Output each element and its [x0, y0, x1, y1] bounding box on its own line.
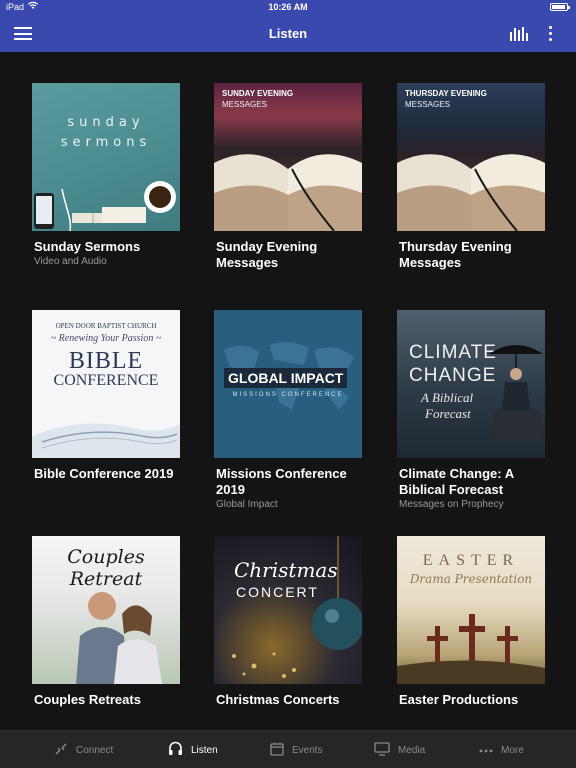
tab-bar: Connect Listen Events Media More: [0, 730, 576, 768]
audio-bars-icon[interactable]: [510, 27, 528, 41]
series-artwork: Couples Retreat: [32, 536, 180, 684]
headphones-icon: [168, 741, 183, 759]
series-title: Bible Conference 2019: [34, 466, 174, 481]
calendar-icon: [270, 742, 284, 759]
art-text: SUNDAY EVENING: [222, 89, 294, 98]
connect-icon: [54, 742, 68, 759]
series-card-bible-conference[interactable]: OPEN DOOR BAPTIST CHURCH ~ Renewing Your…: [32, 310, 180, 482]
monitor-icon: [374, 741, 390, 759]
series-artwork: THURSDAY EVENING MESSAGES: [397, 83, 545, 231]
series-artwork: SUNDAY EVENING MESSAGES: [214, 83, 362, 231]
art-text: A Biblical: [421, 390, 474, 405]
art-text: OPEN DOOR BAPTIST CHURCH: [55, 322, 157, 330]
clock: 10:26 AM: [268, 2, 308, 12]
art-text: ~ Renewing Your Passion ~: [50, 333, 162, 344]
art-text: Forecast: [425, 406, 471, 421]
more-options-icon[interactable]: [549, 26, 553, 42]
page-title: Listen: [268, 26, 308, 41]
art-text: CHANGE: [409, 365, 497, 386]
series-subtitle: Messages on Prophecy: [399, 499, 504, 510]
tab-label: Media: [398, 744, 426, 756]
tab-label: More: [501, 744, 524, 756]
art-text: EASTER: [422, 552, 520, 569]
series-artwork: EASTER Drama Presentation: [397, 536, 545, 684]
series-title: Thursday Evening Messages: [399, 239, 512, 270]
series-title: Easter Productions: [399, 692, 519, 707]
series-card-christmas-concerts[interactable]: Christmas CONCERT Christmas Concerts: [214, 536, 362, 708]
tab-label: Listen: [191, 744, 218, 756]
art-text: MESSAGES: [405, 100, 450, 109]
tab-listen[interactable]: Listen: [168, 731, 218, 768]
series-artwork: sunday sermons: [32, 83, 180, 231]
series-title: Climate Change: A Biblical Forecast: [399, 466, 514, 497]
series-title: Christmas Concerts: [216, 692, 340, 707]
series-title: Couples Retreats: [34, 692, 141, 707]
series-card-sunday-sermons[interactable]: sunday sermons Sunday Sermons Video and …: [32, 83, 180, 268]
tab-media[interactable]: Media: [374, 731, 425, 768]
art-text: CLIMATE: [409, 342, 497, 363]
series-card-sunday-evening[interactable]: SUNDAY EVENING MESSAGES Sunday Evening M…: [214, 83, 362, 271]
series-card-thursday-evening[interactable]: THURSDAY EVENING MESSAGES Thursday Eveni…: [397, 83, 545, 271]
series-grid: sunday sermons Sunday Sermons Video and …: [0, 52, 576, 730]
series-subtitle: Video and Audio: [34, 256, 107, 267]
series-artwork: GLOBAL IMPACT MISSIONS CONFERENCE: [214, 310, 362, 458]
art-text: MESSAGES: [222, 100, 267, 109]
tab-label: Connect: [76, 744, 114, 756]
series-card-missions-conference[interactable]: GLOBAL IMPACT MISSIONS CONFERENCE Missio…: [214, 310, 362, 511]
series-title: Sunday Sermons: [34, 239, 141, 254]
series-artwork: OPEN DOOR BAPTIST CHURCH ~ Renewing Your…: [32, 310, 180, 458]
series-artwork: CLIMATE CHANGE A Biblical Forecast: [397, 310, 545, 458]
art-text: GLOBAL IMPACT: [224, 368, 348, 388]
series-artwork: Christmas CONCERT: [214, 536, 362, 684]
nav-bar: Listen: [0, 14, 576, 52]
art-text: Drama Presentation: [409, 572, 533, 586]
art-text: MISSIONS CONFERENCE: [232, 392, 344, 398]
tab-events[interactable]: Events: [270, 731, 323, 768]
art-text: THURSDAY EVENING: [405, 89, 487, 98]
art-text: sunday: [67, 115, 145, 130]
series-title: Missions Conference 2019: [216, 466, 347, 497]
series-card-climate-change[interactable]: CLIMATE CHANGE A Biblical Forecast Clima…: [397, 310, 545, 511]
series-card-easter-productions[interactable]: EASTER Drama Presentation Easter Product…: [397, 536, 545, 708]
ellipsis-icon: [479, 745, 493, 756]
battery-icon: [550, 3, 570, 11]
series-subtitle: Global Impact: [216, 499, 278, 510]
art-text: sermons: [60, 135, 152, 150]
series-card-couples-retreats[interactable]: Couples Retreat Couples Retreats: [32, 536, 180, 708]
tab-connect[interactable]: Connect: [54, 731, 113, 768]
art-text: BIBLE: [68, 348, 144, 374]
art-text: CONFERENCE: [53, 372, 159, 389]
tab-more[interactable]: More: [479, 731, 524, 768]
tab-label: Events: [292, 744, 323, 756]
series-title: Sunday Evening Messages: [216, 239, 318, 270]
status-bar: iPad 10:26 AM: [0, 0, 576, 14]
